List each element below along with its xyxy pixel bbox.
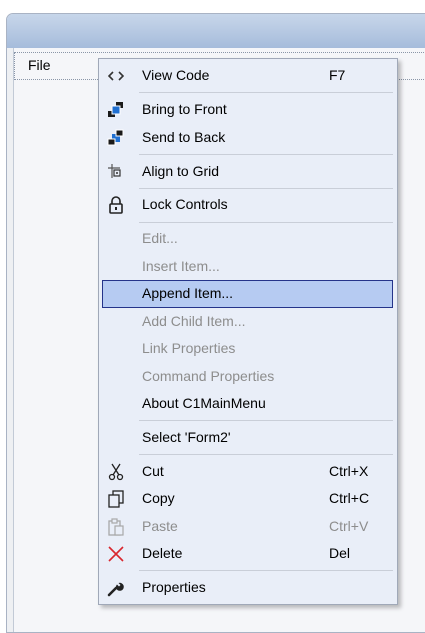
menu-separator bbox=[139, 222, 393, 223]
menu-item-label: Send to Back bbox=[142, 129, 226, 145]
menu-separator bbox=[139, 154, 393, 155]
menu-item-label: Select 'Form2' bbox=[142, 429, 231, 445]
menu-item-label: Link Properties bbox=[142, 340, 236, 356]
menu-separator bbox=[139, 570, 393, 571]
send-to-back-icon bbox=[106, 128, 126, 148]
menu-separator bbox=[139, 420, 393, 421]
wrench-icon bbox=[106, 578, 126, 598]
menu-item-bring-to-front[interactable]: Bring to Front bbox=[99, 96, 397, 123]
menu-item-shortcut: F7 bbox=[329, 67, 346, 83]
menu-item-edit[interactable]: Edit... bbox=[99, 225, 397, 252]
menu-item-append-item[interactable]: Append Item... bbox=[102, 280, 393, 308]
menu-item-label: Properties bbox=[142, 579, 206, 595]
context-menu: View Code F7 Bring to Front Send to Back bbox=[98, 58, 398, 605]
menu-item-label: Cut bbox=[142, 463, 164, 479]
menu-item-label: Bring to Front bbox=[142, 101, 227, 117]
menu-item-view-code[interactable]: View Code F7 bbox=[99, 62, 397, 89]
menu-separator bbox=[139, 92, 393, 93]
menu-item-label: Insert Item... bbox=[142, 258, 220, 274]
menu-item-add-child-item[interactable]: Add Child Item... bbox=[99, 308, 397, 335]
menu-item-select-form[interactable]: Select 'Form2' bbox=[99, 424, 397, 451]
menu-item-shortcut: Ctrl+C bbox=[329, 490, 370, 506]
lock-icon bbox=[106, 195, 126, 215]
menu-item-command-properties[interactable]: Command Properties bbox=[99, 363, 397, 390]
menu-item-shortcut: Ctrl+X bbox=[329, 463, 369, 479]
menu-item-paste[interactable]: Paste Ctrl+V bbox=[99, 513, 397, 540]
menu-item-label: Align to Grid bbox=[142, 163, 220, 179]
menu-separator bbox=[139, 188, 393, 189]
menu-item-about[interactable]: About C1MainMenu bbox=[99, 390, 397, 417]
form-title-bar[interactable] bbox=[7, 14, 425, 48]
menu-item-label: Lock Controls bbox=[142, 196, 228, 212]
delete-x-icon bbox=[106, 544, 126, 564]
menu-item-insert-item[interactable]: Insert Item... bbox=[99, 253, 397, 280]
menu-item-shortcut: Ctrl+V bbox=[329, 518, 369, 534]
menu-file[interactable]: File bbox=[28, 57, 51, 73]
menu-item-cut[interactable]: Cut Ctrl+X bbox=[99, 458, 397, 485]
menu-item-align-to-grid[interactable]: Align to Grid bbox=[99, 158, 397, 185]
menu-item-lock-controls[interactable]: Lock Controls bbox=[99, 191, 397, 218]
menu-item-properties[interactable]: Properties bbox=[99, 574, 397, 601]
menu-item-label: Paste bbox=[142, 518, 178, 534]
paste-icon bbox=[106, 517, 126, 537]
menu-item-label: Add Child Item... bbox=[142, 313, 246, 329]
menu-item-send-to-back[interactable]: Send to Back bbox=[99, 124, 397, 151]
bring-to-front-icon bbox=[106, 100, 126, 120]
menu-item-label: Append Item... bbox=[142, 285, 234, 301]
code-icon bbox=[106, 66, 126, 86]
menu-separator bbox=[139, 454, 393, 455]
align-to-grid-icon bbox=[106, 162, 126, 182]
scissors-icon bbox=[106, 462, 126, 482]
menu-item-link-properties[interactable]: Link Properties bbox=[99, 335, 397, 362]
menu-item-label: Edit... bbox=[142, 230, 178, 246]
menu-item-label: Delete bbox=[142, 545, 183, 561]
copy-icon bbox=[106, 489, 126, 509]
menu-item-label: About C1MainMenu bbox=[142, 395, 266, 411]
menu-item-label: Copy bbox=[142, 490, 175, 506]
menu-item-shortcut: Del bbox=[329, 545, 351, 561]
menu-item-delete[interactable]: Delete Del bbox=[99, 540, 397, 567]
menu-item-copy[interactable]: Copy Ctrl+C bbox=[99, 485, 397, 512]
menu-item-label: Command Properties bbox=[142, 368, 275, 384]
menu-item-label: View Code bbox=[142, 67, 210, 83]
